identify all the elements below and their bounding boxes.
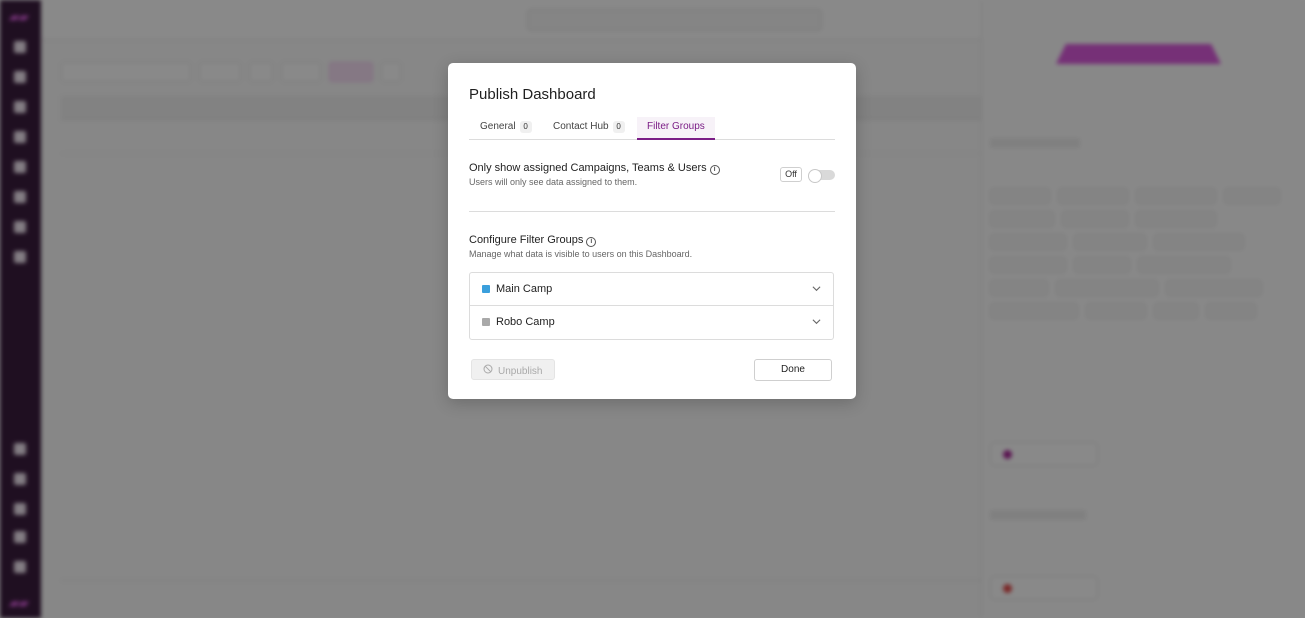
filter-groups-section-title-text: Configure Filter Groups	[469, 234, 584, 246]
filter-groups-section-subtitle: Manage what data is visible to users on …	[469, 249, 693, 259]
filter-group-main-camp[interactable]: Main Camp	[470, 273, 833, 306]
tab-filter-groups-label: Filter Groups	[647, 121, 705, 132]
assigned-section-title: Only show assigned Campaigns, Teams & Us…	[469, 162, 720, 175]
tab-filter-groups[interactable]: Filter Groups	[637, 117, 715, 140]
info-icon[interactable]: i	[586, 237, 597, 247]
unpublish-label: Unpublish	[498, 366, 543, 377]
tab-general-label: General	[480, 121, 516, 132]
info-icon[interactable]: i	[709, 165, 720, 175]
filter-group-list: Main Camp Robo Camp	[469, 272, 834, 340]
unpublish-button[interactable]: Unpublish	[471, 359, 555, 380]
tab-contact-hub[interactable]: Contact Hub 0	[553, 117, 625, 140]
done-button[interactable]: Done	[754, 359, 832, 381]
chevron-down-icon[interactable]	[812, 284, 821, 293]
filter-group-label: Robo Camp	[496, 316, 555, 328]
group-color-swatch	[482, 285, 490, 293]
tab-contact-hub-count: 0	[612, 121, 625, 133]
publish-dashboard-modal: Publish Dashboard General 0 Contact Hub 0 …	[448, 63, 856, 399]
tab-contact-hub-label: Contact Hub	[553, 121, 609, 132]
assigned-section-title-text: Only show assigned Campaigns, Teams & Us…	[469, 162, 707, 174]
ban-icon	[483, 364, 493, 374]
toggle-state-badge: Off	[780, 167, 802, 182]
chevron-down-icon[interactable]	[812, 317, 821, 326]
filter-groups-section-title: Configure Filter Groups i	[469, 234, 597, 247]
filter-group-label: Main Camp	[496, 283, 553, 295]
tab-general[interactable]: General 0	[480, 117, 532, 140]
assigned-only-toggle[interactable]	[808, 169, 835, 183]
modal-tabs: General 0 Contact Hub 0 Filter Groups	[469, 117, 835, 140]
tab-general-count: 0	[519, 121, 532, 133]
assigned-section-subtitle: Users will only see data assigned to the…	[469, 177, 638, 187]
group-color-swatch	[482, 318, 490, 326]
filter-group-robo-camp[interactable]: Robo Camp	[470, 306, 833, 339]
section-divider	[469, 211, 835, 212]
modal-title: Publish Dashboard	[469, 86, 596, 103]
